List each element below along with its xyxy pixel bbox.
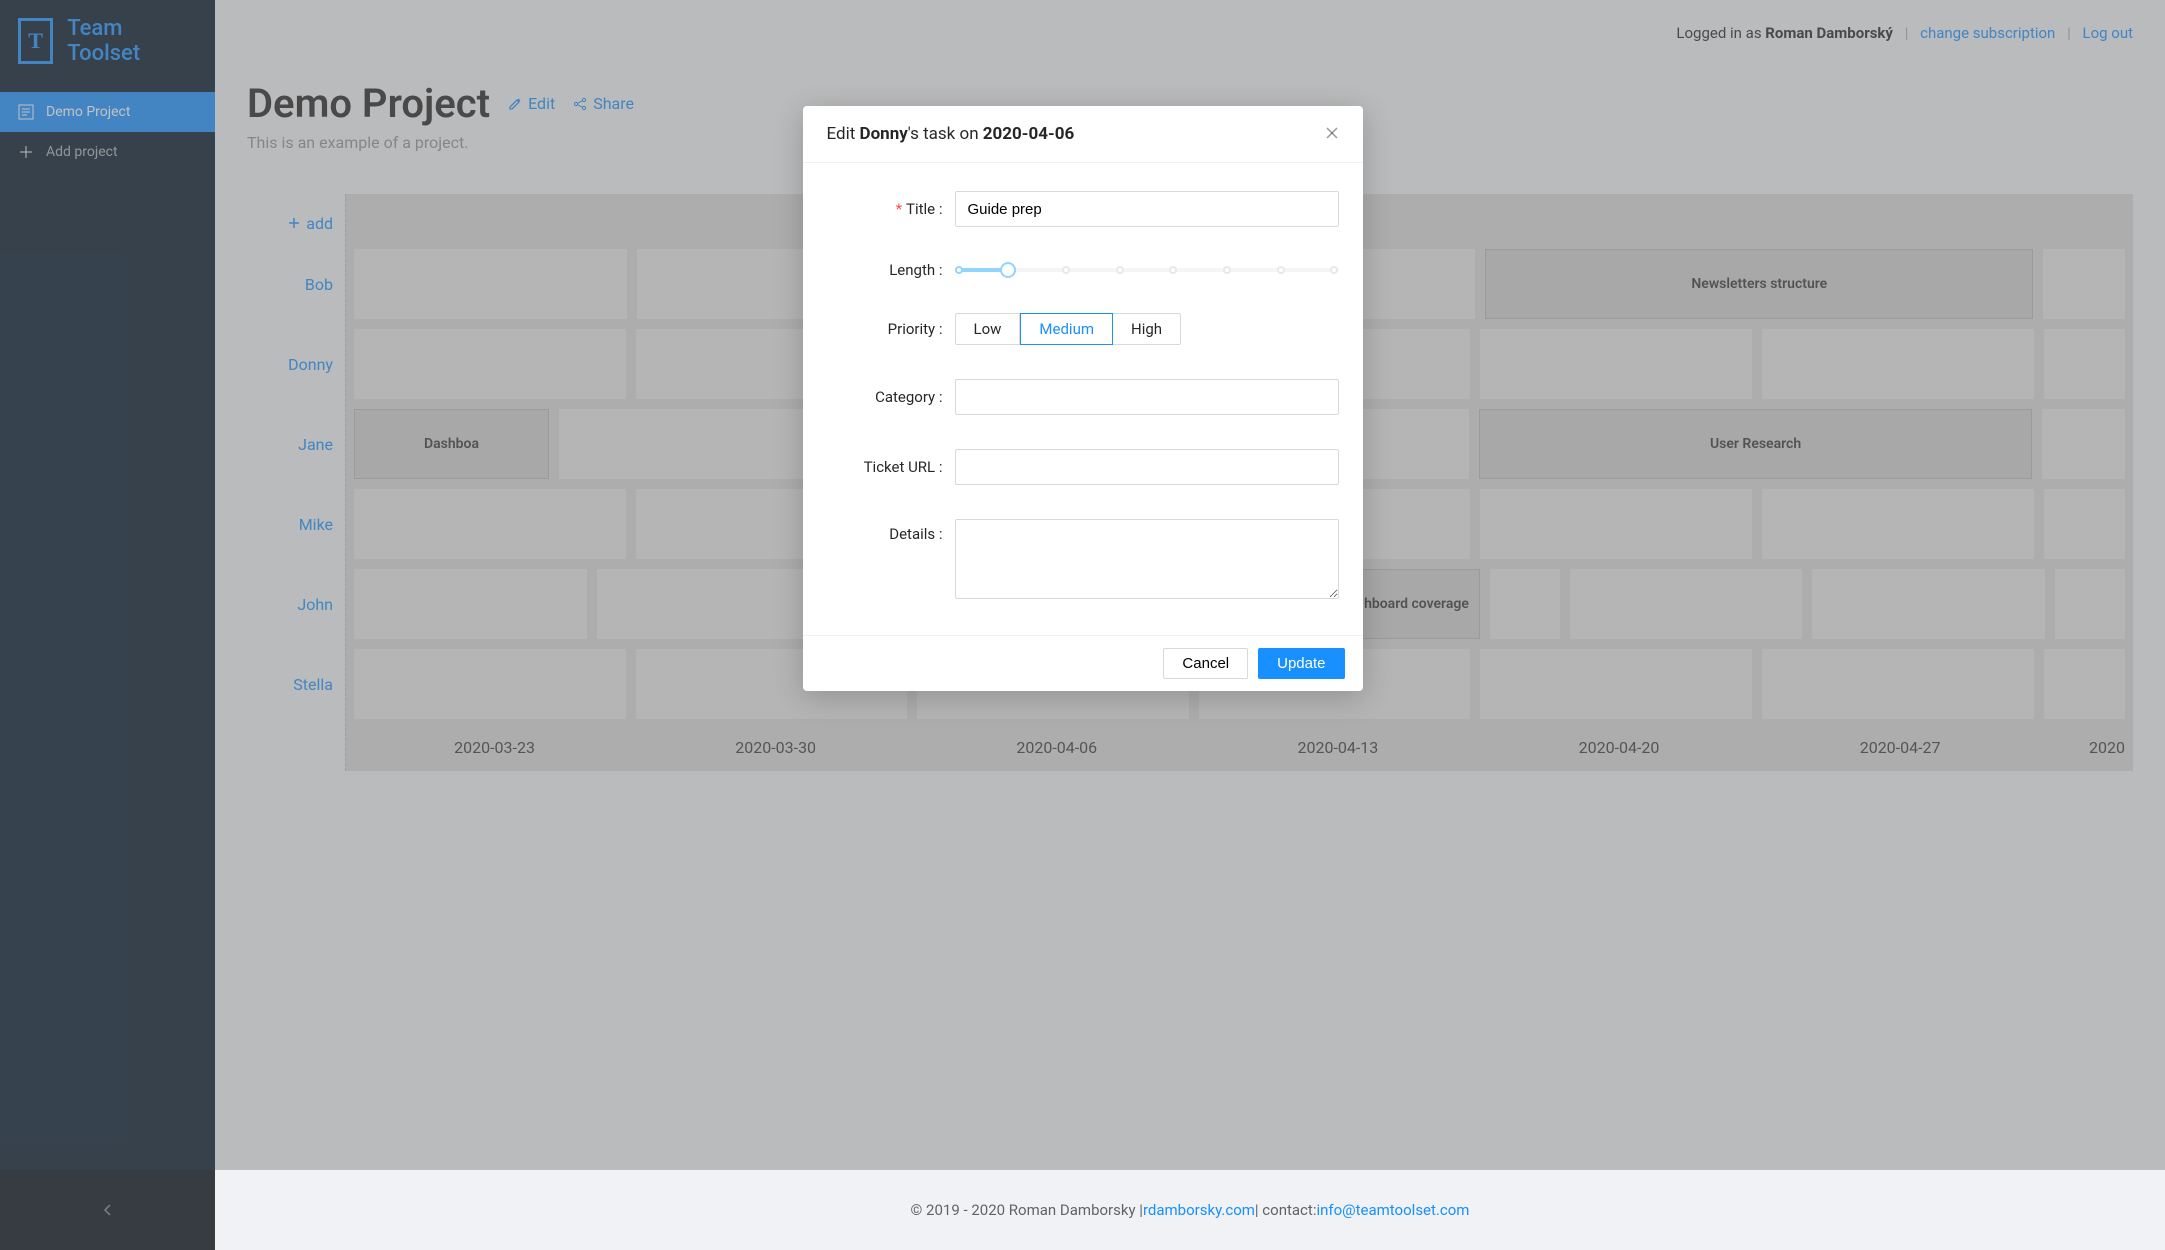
app-root: T Team Toolset Demo Project Add project …	[0, 0, 2165, 1250]
modal-title-mid: 's task on	[908, 124, 983, 144]
category-label: Category :	[827, 388, 955, 406]
title-input[interactable]	[955, 191, 1339, 227]
priority-label: Priority :	[827, 320, 955, 338]
priority-high-button[interactable]: High	[1113, 314, 1180, 344]
title-label: *Title :	[827, 200, 955, 218]
form-row-title: *Title :	[827, 191, 1339, 227]
slider-dot	[1223, 266, 1231, 274]
edit-task-modal: Edit Donny's task on 2020-04-06 *Title :…	[803, 106, 1363, 691]
slider-dot	[1062, 266, 1070, 274]
close-icon	[1325, 126, 1339, 140]
footer: © 2019 - 2020 Roman Damborsky | rdambors…	[215, 1170, 2165, 1250]
modal-title-date: 2020-04-06	[983, 124, 1074, 144]
modal-close-button[interactable]	[1325, 125, 1339, 144]
modal-header: Edit Donny's task on 2020-04-06	[803, 106, 1363, 163]
slider-dot	[1277, 266, 1285, 274]
form-row-priority: Priority : Low Medium High	[827, 313, 1339, 345]
modal-title-prefix: Edit	[827, 124, 860, 144]
length-slider[interactable]	[955, 262, 1339, 278]
slider-handle[interactable]	[1000, 262, 1016, 278]
footer-email-link[interactable]: info@teamtoolset.com	[1316, 1201, 1469, 1219]
form-row-category: Category :	[827, 379, 1339, 415]
update-button[interactable]: Update	[1258, 648, 1344, 679]
modal-footer: Cancel Update	[803, 635, 1363, 691]
category-input[interactable]	[955, 379, 1339, 415]
modal-body: *Title : Length :	[803, 163, 1363, 635]
details-textarea[interactable]	[955, 519, 1339, 599]
slider-dot	[1169, 266, 1177, 274]
slider-dot	[1330, 266, 1338, 274]
slider-dot	[1116, 266, 1124, 274]
details-label: Details :	[827, 519, 955, 543]
priority-segmented: Low Medium High	[955, 313, 1182, 345]
ticket-url-label: Ticket URL :	[827, 458, 955, 476]
footer-site-link[interactable]: rdamborsky.com	[1143, 1201, 1255, 1219]
modal-title-name: Donny	[860, 124, 908, 144]
priority-medium-button[interactable]: Medium	[1020, 313, 1113, 345]
footer-copyright: © 2019 - 2020 Roman Damborsky |	[911, 1201, 1143, 1219]
modal-title: Edit Donny's task on 2020-04-06	[827, 124, 1075, 144]
ticket-url-input[interactable]	[955, 449, 1339, 485]
length-label: Length :	[827, 261, 955, 279]
form-row-ticket-url: Ticket URL :	[827, 449, 1339, 485]
slider-dot	[955, 266, 963, 274]
footer-contact-prefix: | contact:	[1255, 1201, 1317, 1219]
form-row-length: Length :	[827, 261, 1339, 279]
cancel-button[interactable]: Cancel	[1163, 648, 1248, 679]
priority-low-button[interactable]: Low	[956, 314, 1021, 344]
form-row-details: Details :	[827, 519, 1339, 603]
